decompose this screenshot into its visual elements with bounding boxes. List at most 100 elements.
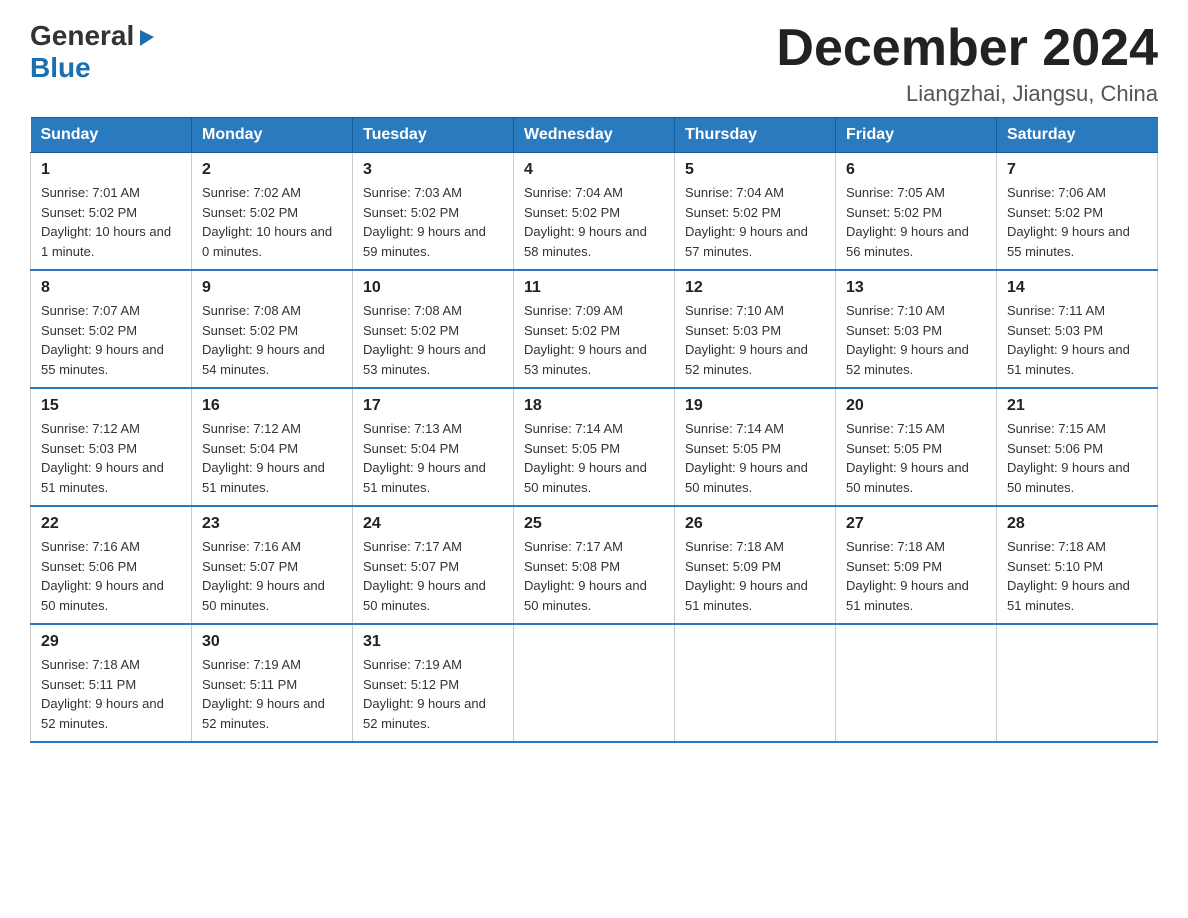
day-info: Sunrise: 7:12 AM Sunset: 5:03 PM Dayligh…: [41, 419, 181, 497]
table-row: 13 Sunrise: 7:10 AM Sunset: 5:03 PM Dayl…: [836, 270, 997, 388]
day-info: Sunrise: 7:08 AM Sunset: 5:02 PM Dayligh…: [202, 301, 342, 379]
day-number: 3: [363, 161, 503, 179]
table-row: 12 Sunrise: 7:10 AM Sunset: 5:03 PM Dayl…: [675, 270, 836, 388]
location-subtitle: Liangzhai, Jiangsu, China: [776, 81, 1158, 107]
calendar-week-row: 29 Sunrise: 7:18 AM Sunset: 5:11 PM Dayl…: [31, 624, 1158, 742]
table-row: 19 Sunrise: 7:14 AM Sunset: 5:05 PM Dayl…: [675, 388, 836, 506]
day-number: 23: [202, 515, 342, 533]
day-info: Sunrise: 7:12 AM Sunset: 5:04 PM Dayligh…: [202, 419, 342, 497]
logo-general-text: General: [30, 20, 134, 52]
title-block: December 2024 Liangzhai, Jiangsu, China: [776, 20, 1158, 107]
day-info: Sunrise: 7:15 AM Sunset: 5:06 PM Dayligh…: [1007, 419, 1147, 497]
day-info: Sunrise: 7:13 AM Sunset: 5:04 PM Dayligh…: [363, 419, 503, 497]
day-info: Sunrise: 7:05 AM Sunset: 5:02 PM Dayligh…: [846, 183, 986, 261]
day-number: 27: [846, 515, 986, 533]
table-row: 27 Sunrise: 7:18 AM Sunset: 5:09 PM Dayl…: [836, 506, 997, 624]
day-info: Sunrise: 7:16 AM Sunset: 5:06 PM Dayligh…: [41, 537, 181, 615]
day-info: Sunrise: 7:08 AM Sunset: 5:02 PM Dayligh…: [363, 301, 503, 379]
day-info: Sunrise: 7:16 AM Sunset: 5:07 PM Dayligh…: [202, 537, 342, 615]
table-row: 15 Sunrise: 7:12 AM Sunset: 5:03 PM Dayl…: [31, 388, 192, 506]
table-row: [514, 624, 675, 742]
col-wednesday: Wednesday: [514, 118, 675, 153]
day-number: 10: [363, 279, 503, 297]
day-number: 7: [1007, 161, 1147, 179]
calendar-week-row: 1 Sunrise: 7:01 AM Sunset: 5:02 PM Dayli…: [31, 153, 1158, 271]
day-info: Sunrise: 7:18 AM Sunset: 5:09 PM Dayligh…: [846, 537, 986, 615]
logo: General Blue: [30, 20, 158, 84]
day-number: 28: [1007, 515, 1147, 533]
day-number: 11: [524, 279, 664, 297]
day-info: Sunrise: 7:15 AM Sunset: 5:05 PM Dayligh…: [846, 419, 986, 497]
table-row: 7 Sunrise: 7:06 AM Sunset: 5:02 PM Dayli…: [997, 153, 1158, 271]
day-info: Sunrise: 7:18 AM Sunset: 5:10 PM Dayligh…: [1007, 537, 1147, 615]
col-monday: Monday: [192, 118, 353, 153]
day-info: Sunrise: 7:09 AM Sunset: 5:02 PM Dayligh…: [524, 301, 664, 379]
day-number: 4: [524, 161, 664, 179]
calendar-week-row: 22 Sunrise: 7:16 AM Sunset: 5:06 PM Dayl…: [31, 506, 1158, 624]
table-row: 1 Sunrise: 7:01 AM Sunset: 5:02 PM Dayli…: [31, 153, 192, 271]
day-info: Sunrise: 7:18 AM Sunset: 5:09 PM Dayligh…: [685, 537, 825, 615]
day-number: 30: [202, 633, 342, 651]
day-info: Sunrise: 7:19 AM Sunset: 5:11 PM Dayligh…: [202, 655, 342, 733]
day-number: 12: [685, 279, 825, 297]
table-row: 30 Sunrise: 7:19 AM Sunset: 5:11 PM Dayl…: [192, 624, 353, 742]
table-row: [675, 624, 836, 742]
day-number: 16: [202, 397, 342, 415]
day-info: Sunrise: 7:10 AM Sunset: 5:03 PM Dayligh…: [846, 301, 986, 379]
table-row: 5 Sunrise: 7:04 AM Sunset: 5:02 PM Dayli…: [675, 153, 836, 271]
day-number: 5: [685, 161, 825, 179]
day-number: 31: [363, 633, 503, 651]
col-saturday: Saturday: [997, 118, 1158, 153]
day-number: 9: [202, 279, 342, 297]
table-row: 18 Sunrise: 7:14 AM Sunset: 5:05 PM Dayl…: [514, 388, 675, 506]
table-row: 29 Sunrise: 7:18 AM Sunset: 5:11 PM Dayl…: [31, 624, 192, 742]
day-info: Sunrise: 7:03 AM Sunset: 5:02 PM Dayligh…: [363, 183, 503, 261]
day-info: Sunrise: 7:04 AM Sunset: 5:02 PM Dayligh…: [524, 183, 664, 261]
day-info: Sunrise: 7:10 AM Sunset: 5:03 PM Dayligh…: [685, 301, 825, 379]
day-info: Sunrise: 7:02 AM Sunset: 5:02 PM Dayligh…: [202, 183, 342, 261]
table-row: 26 Sunrise: 7:18 AM Sunset: 5:09 PM Dayl…: [675, 506, 836, 624]
table-row: 9 Sunrise: 7:08 AM Sunset: 5:02 PM Dayli…: [192, 270, 353, 388]
day-info: Sunrise: 7:17 AM Sunset: 5:08 PM Dayligh…: [524, 537, 664, 615]
table-row: 25 Sunrise: 7:17 AM Sunset: 5:08 PM Dayl…: [514, 506, 675, 624]
table-row: 24 Sunrise: 7:17 AM Sunset: 5:07 PM Dayl…: [353, 506, 514, 624]
table-row: 16 Sunrise: 7:12 AM Sunset: 5:04 PM Dayl…: [192, 388, 353, 506]
day-info: Sunrise: 7:11 AM Sunset: 5:03 PM Dayligh…: [1007, 301, 1147, 379]
calendar-week-row: 8 Sunrise: 7:07 AM Sunset: 5:02 PM Dayli…: [31, 270, 1158, 388]
table-row: 23 Sunrise: 7:16 AM Sunset: 5:07 PM Dayl…: [192, 506, 353, 624]
day-number: 18: [524, 397, 664, 415]
day-number: 13: [846, 279, 986, 297]
day-number: 17: [363, 397, 503, 415]
day-number: 26: [685, 515, 825, 533]
col-friday: Friday: [836, 118, 997, 153]
day-info: Sunrise: 7:17 AM Sunset: 5:07 PM Dayligh…: [363, 537, 503, 615]
calendar-week-row: 15 Sunrise: 7:12 AM Sunset: 5:03 PM Dayl…: [31, 388, 1158, 506]
logo-triangle-icon: [136, 26, 158, 48]
day-number: 2: [202, 161, 342, 179]
table-row: 14 Sunrise: 7:11 AM Sunset: 5:03 PM Dayl…: [997, 270, 1158, 388]
day-info: Sunrise: 7:14 AM Sunset: 5:05 PM Dayligh…: [685, 419, 825, 497]
table-row: 22 Sunrise: 7:16 AM Sunset: 5:06 PM Dayl…: [31, 506, 192, 624]
day-number: 8: [41, 279, 181, 297]
day-info: Sunrise: 7:01 AM Sunset: 5:02 PM Dayligh…: [41, 183, 181, 261]
day-number: 29: [41, 633, 181, 651]
table-row: 11 Sunrise: 7:09 AM Sunset: 5:02 PM Dayl…: [514, 270, 675, 388]
day-number: 6: [846, 161, 986, 179]
logo-blue-text: Blue: [30, 52, 91, 83]
day-number: 24: [363, 515, 503, 533]
page-header: General Blue December 2024 Liangzhai, Ji…: [30, 20, 1158, 107]
day-info: Sunrise: 7:14 AM Sunset: 5:05 PM Dayligh…: [524, 419, 664, 497]
day-number: 20: [846, 397, 986, 415]
day-info: Sunrise: 7:07 AM Sunset: 5:02 PM Dayligh…: [41, 301, 181, 379]
day-number: 1: [41, 161, 181, 179]
day-number: 19: [685, 397, 825, 415]
table-row: 3 Sunrise: 7:03 AM Sunset: 5:02 PM Dayli…: [353, 153, 514, 271]
day-number: 22: [41, 515, 181, 533]
day-info: Sunrise: 7:06 AM Sunset: 5:02 PM Dayligh…: [1007, 183, 1147, 261]
table-row: 31 Sunrise: 7:19 AM Sunset: 5:12 PM Dayl…: [353, 624, 514, 742]
calendar-header-row: Sunday Monday Tuesday Wednesday Thursday…: [31, 118, 1158, 153]
day-number: 21: [1007, 397, 1147, 415]
table-row: 21 Sunrise: 7:15 AM Sunset: 5:06 PM Dayl…: [997, 388, 1158, 506]
table-row: [836, 624, 997, 742]
table-row: 2 Sunrise: 7:02 AM Sunset: 5:02 PM Dayli…: [192, 153, 353, 271]
